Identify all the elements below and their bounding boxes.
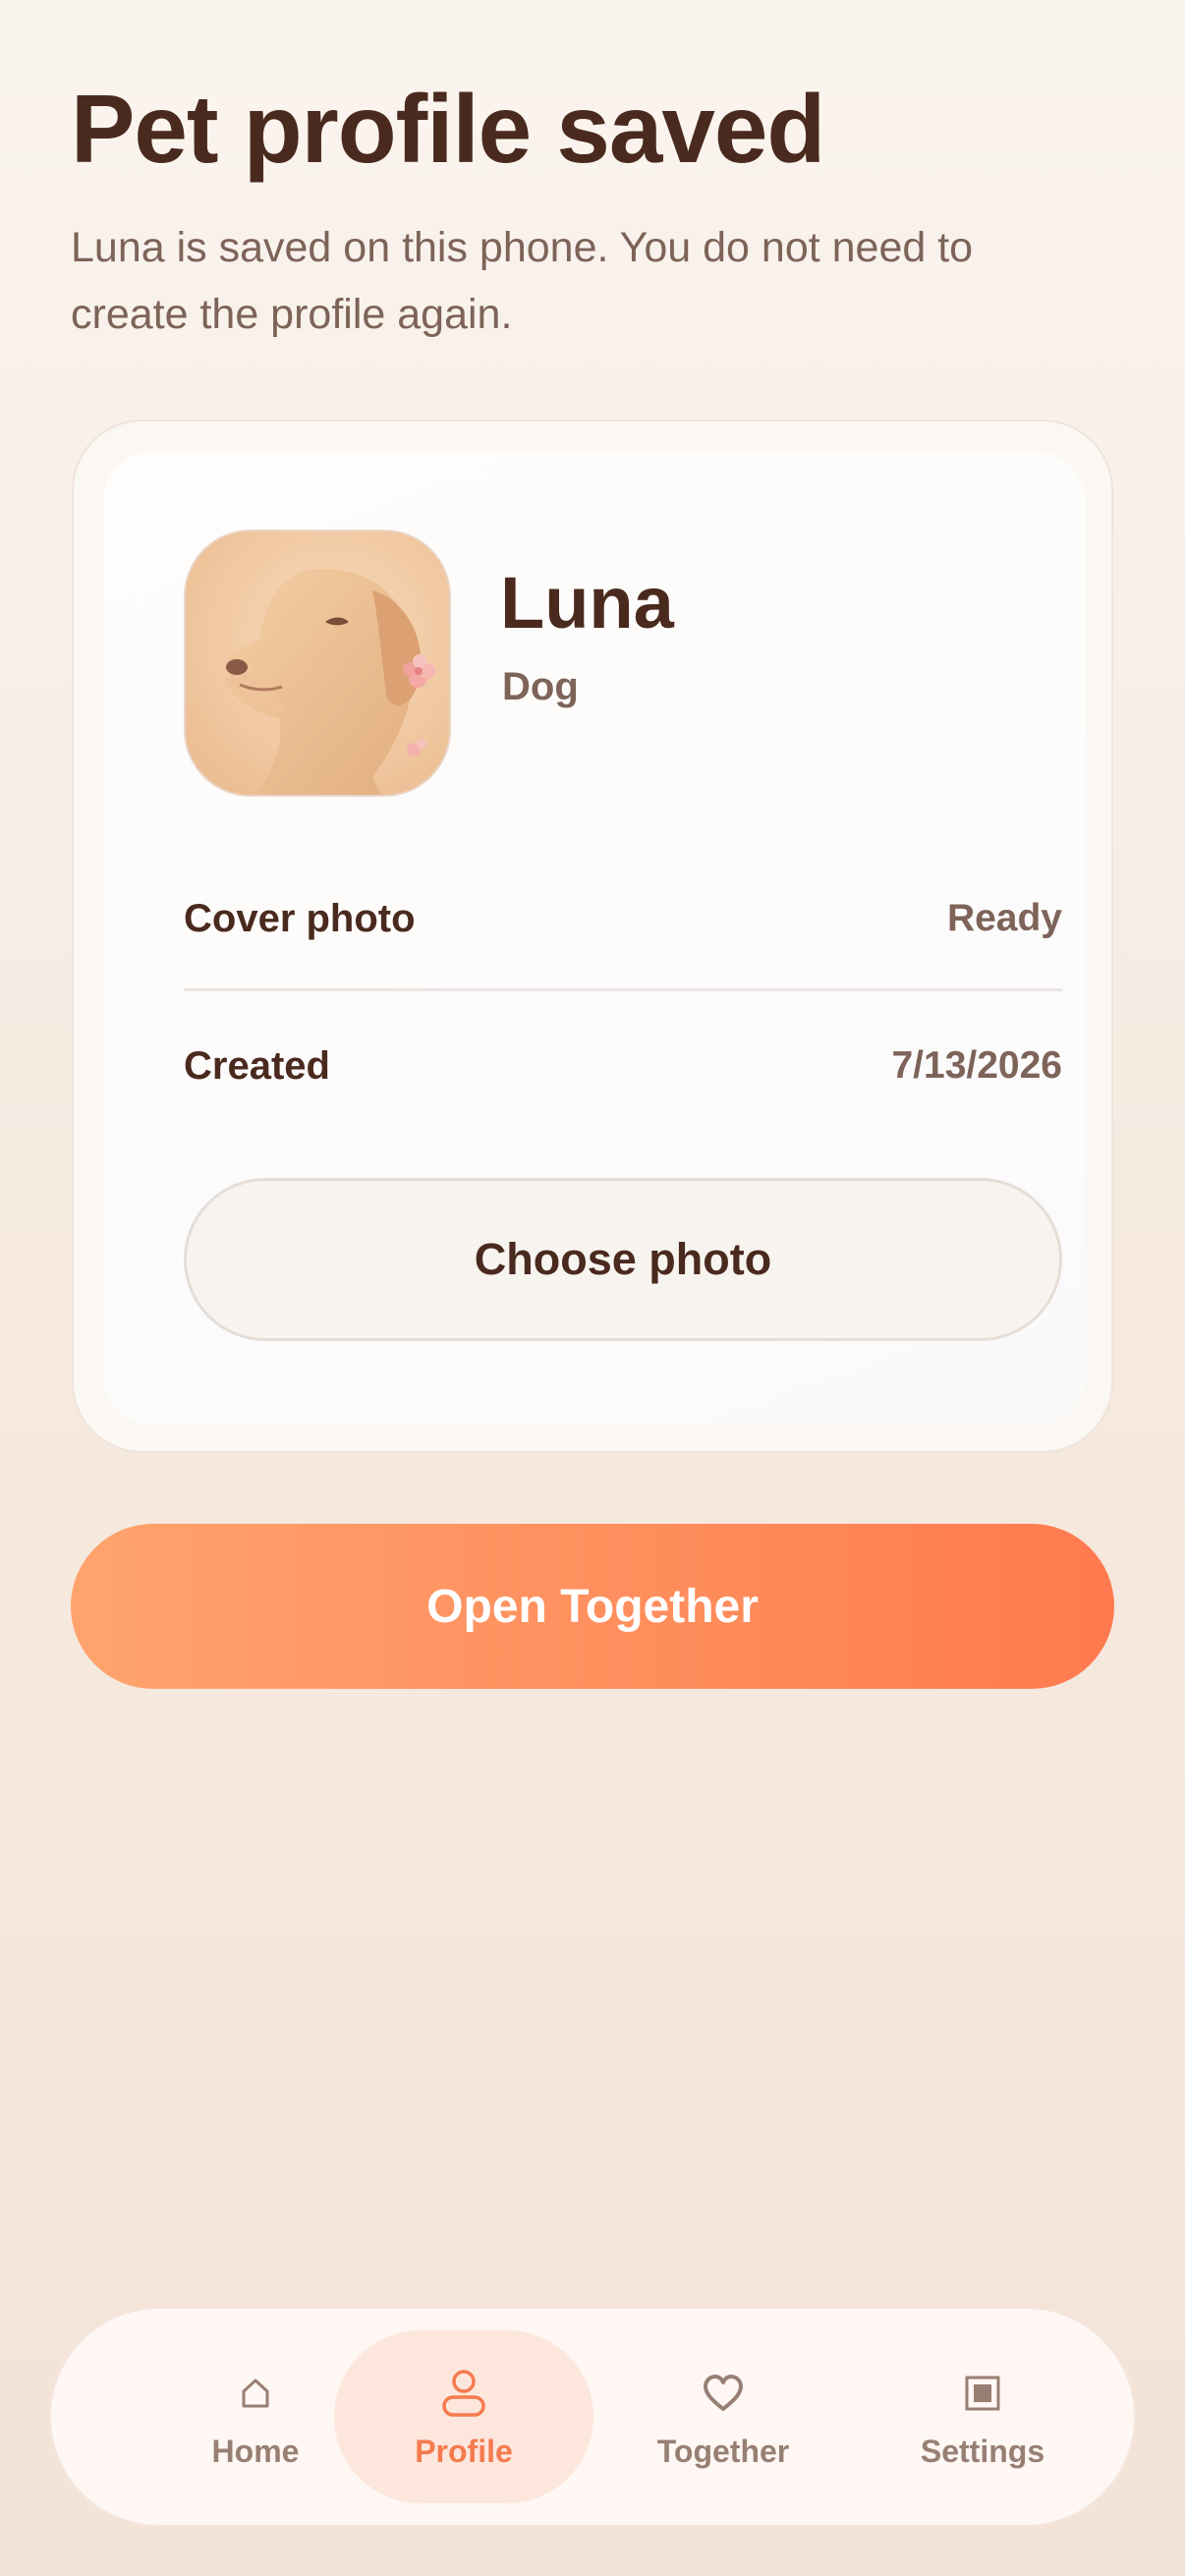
tab-settings[interactable]: Settings — [853, 2330, 1112, 2503]
detail-value: Ready — [946, 897, 1062, 939]
tab-label: Together — [656, 2433, 790, 2469]
page-subtitle: Luna is saved on this phone. You do not … — [71, 224, 974, 338]
pet-profile-card-inner: Luna Dog Cover photo Ready Created 7/13/… — [103, 451, 1086, 1426]
detail-row-created: Created 7/13/2026 — [184, 1036, 1062, 1095]
pet-profile-saved-screen: Pet profile saved Luna is saved on this … — [0, 0, 1185, 2576]
dog-photo-icon — [186, 532, 449, 795]
pet-avatar — [184, 530, 451, 797]
detail-label: Cover photo — [184, 896, 416, 940]
profile-icon — [440, 2365, 487, 2422]
bottom-tab-bar: Home Profile Together Settings — [49, 2307, 1136, 2527]
tab-label: Home — [211, 2433, 300, 2469]
choose-photo-button[interactable]: Choose photo — [184, 1178, 1062, 1341]
tab-label: Profile — [415, 2433, 513, 2469]
home-icon — [241, 2365, 270, 2422]
detail-value: 7/13/2026 — [891, 1044, 1062, 1087]
open-together-button[interactable]: Open Together — [71, 1524, 1114, 1689]
settings-icon — [964, 2365, 1001, 2422]
detail-row-cover-photo: Cover photo Ready — [184, 889, 1062, 948]
detail-divider — [184, 988, 1062, 991]
pet-name: Luna — [500, 562, 674, 644]
pet-profile-card: Luna Dog Cover photo Ready Created 7/13/… — [72, 420, 1113, 1453]
page-title: Pet profile saved — [71, 75, 825, 183]
tab-profile[interactable]: Profile — [334, 2330, 593, 2503]
pet-species: Dog — [502, 665, 579, 708]
tab-together[interactable]: Together — [593, 2330, 853, 2503]
heart-icon — [702, 2365, 745, 2422]
detail-label: Created — [184, 1043, 330, 1088]
tab-label: Settings — [920, 2433, 1045, 2469]
